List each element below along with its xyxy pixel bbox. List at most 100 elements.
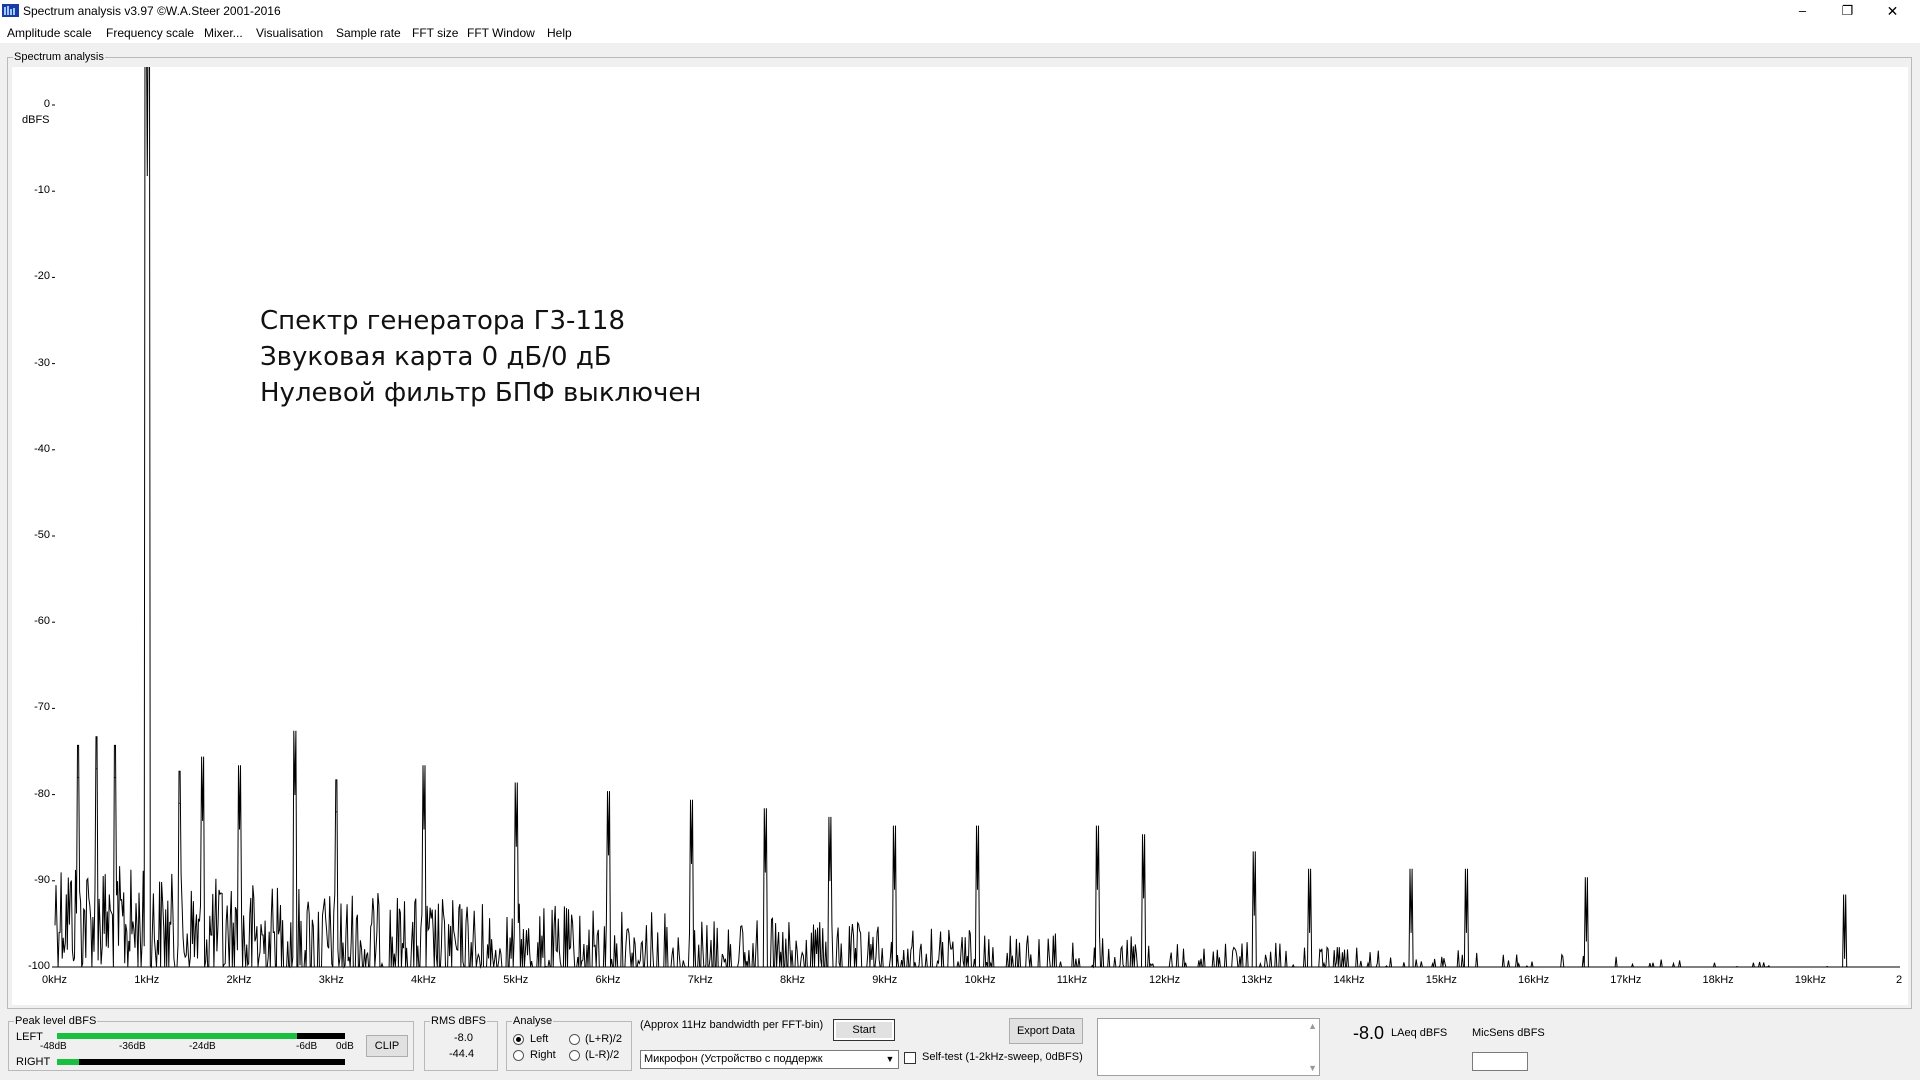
log-textarea[interactable]: ▲ ▼	[1097, 1018, 1320, 1076]
analyse-diff-label: (L-R)/2	[585, 1049, 620, 1061]
x-tick-label: 5kHz	[503, 974, 529, 986]
analyse-sum-label: (L+R)/2	[585, 1033, 622, 1045]
close-button[interactable]: ✕	[1870, 0, 1915, 22]
x-tick-label: 2kHz	[226, 974, 252, 986]
x-tick-label: 19kHz	[1794, 974, 1826, 986]
clip-indicator[interactable]: CLIP	[366, 1035, 408, 1057]
menu-amplitude-scale[interactable]: Amplitude scale	[7, 26, 92, 40]
x-tick-label: 3kHz	[318, 974, 344, 986]
spectrum-peak	[515, 845, 517, 847]
spectrum-peak	[764, 871, 766, 873]
micsens-input[interactable]	[1472, 1052, 1528, 1071]
spectrum-peak	[335, 811, 337, 813]
spectrum-peak	[1143, 897, 1145, 899]
left-level-fill	[57, 1033, 297, 1039]
menu-visualisation[interactable]: Visualisation	[256, 26, 323, 40]
spectrum-peak	[1253, 914, 1255, 916]
peak-level-label: Peak level dBFS	[14, 1015, 98, 1027]
y-tick-label: -50	[34, 529, 50, 541]
maximize-button[interactable]: ❐	[1825, 0, 1870, 22]
spectrum-group-label: Spectrum analysis	[13, 51, 105, 63]
annotation-line-2: Звуковая карта 0 дБ/0 дБ	[260, 342, 612, 372]
spectrum-peak	[691, 863, 693, 865]
scroll-up-icon[interactable]: ▲	[1308, 1021, 1317, 1031]
annotation-line-1: Спектр генератора Г3-118	[260, 306, 626, 336]
input-device-select[interactable]: Микрофон (Устройство с поддержк ▼	[640, 1050, 899, 1069]
chevron-down-icon[interactable]: ▼	[882, 1051, 898, 1068]
spectrum-peak	[1465, 932, 1467, 934]
y-tick-label: -80	[34, 787, 50, 800]
spectrum-peak	[294, 794, 296, 796]
x-tick-label: 0kHz	[42, 974, 68, 986]
y-tick-label: -40	[34, 442, 50, 455]
bandwidth-label: (Approx 11Hz bandwidth per FFT-bin)	[640, 1019, 824, 1031]
x-tick-label: 17kHz	[1610, 974, 1642, 986]
spectrum-peak	[239, 828, 240, 830]
meter-scale-48: -48dB	[40, 1041, 67, 1052]
right-level-fill	[57, 1059, 79, 1065]
analyse-left-label: Left	[530, 1033, 549, 1045]
y-tick-label: -60	[34, 615, 50, 628]
rms-right-value: -44.4	[449, 1048, 475, 1060]
x-tick-label: 2	[1896, 974, 1903, 986]
menu-help[interactable]: Help	[547, 26, 572, 40]
spectrum-peak	[608, 854, 609, 856]
spectrum-peak	[423, 828, 425, 830]
start-button[interactable]: Start	[833, 1019, 895, 1041]
right-level-meter	[57, 1059, 345, 1065]
title-bar: Spectrum analysis v3.97 ©W.A.Steer 2001-…	[0, 0, 1920, 22]
y-tick-label: -90	[34, 873, 50, 886]
spectrum-peak	[1585, 940, 1587, 942]
menu-fft-size[interactable]: FFT size	[412, 26, 458, 40]
y-tick-label: 0	[43, 98, 50, 110]
analyse-left-radio[interactable]	[513, 1034, 524, 1045]
analyse-sum-radio[interactable]	[569, 1034, 580, 1045]
menu-mixer[interactable]: Mixer...	[204, 26, 243, 40]
laeq-value: -8.0	[1353, 1023, 1385, 1043]
window-title: Spectrum analysis v3.97 ©W.A.Steer 2001-…	[23, 4, 281, 18]
analyse-right-label: Right	[530, 1049, 556, 1061]
annotation-text: Спектр генератора Г3-118 Звуковая карта …	[260, 303, 701, 411]
annotation-line-3: Нулевой фильтр БПФ выключен	[260, 378, 702, 408]
meter-scale-0: 0dB	[336, 1041, 354, 1052]
meter-scale-36: -36dB	[119, 1041, 146, 1052]
x-tick-label: 11kHz	[1056, 974, 1088, 986]
selftest-checkbox[interactable]	[904, 1052, 916, 1064]
y-tick-label: -70	[34, 701, 50, 714]
analyse-right-radio[interactable]	[513, 1050, 524, 1061]
spectrum-trace	[54, 67, 1900, 969]
menu-frequency-scale[interactable]: Frequency scale	[106, 26, 194, 40]
x-tick-label: 9kHz	[872, 974, 898, 986]
laeq-label: LAeq dBFS	[1391, 1027, 1448, 1039]
spectrum-peak	[893, 888, 895, 890]
x-tick-label: 15kHz	[1425, 974, 1457, 986]
analyse-group: Analyse	[506, 1015, 632, 1071]
spectrum-peak	[1844, 957, 1846, 959]
y-axis-unit: dBFS	[22, 114, 50, 126]
x-tick-label: 13kHz	[1241, 974, 1273, 986]
rms-left-value: -8.0	[454, 1032, 473, 1044]
x-tick-label: 18kHz	[1702, 974, 1734, 986]
spectrum-peak	[179, 802, 181, 804]
app-icon	[2, 4, 19, 17]
x-tick-label: 1kHz	[134, 974, 160, 986]
export-data-button[interactable]: Export Data	[1009, 1018, 1083, 1044]
spectrum-peak	[202, 819, 204, 821]
minimize-button[interactable]: –	[1780, 0, 1825, 22]
left-channel-label: LEFT	[16, 1031, 43, 1043]
meter-scale-24: -24dB	[189, 1041, 216, 1052]
input-device-value: Микрофон (Устройство с поддержк	[644, 1053, 823, 1065]
x-tick-label: 16kHz	[1518, 974, 1550, 986]
spectrum-peak	[977, 888, 978, 890]
micsens-label: MicSens dBFS	[1472, 1027, 1545, 1039]
menu-sample-rate[interactable]: Sample rate	[336, 26, 401, 40]
menu-fft-window[interactable]: FFT Window	[467, 26, 535, 40]
scroll-down-icon[interactable]: ▼	[1308, 1063, 1317, 1073]
spectrum-peak	[114, 776, 116, 778]
meter-scale-6: -6dB	[296, 1041, 318, 1052]
y-tick-label: -30	[34, 356, 50, 369]
menu-bar: Amplitude scale Frequency scale Mixer...…	[0, 22, 1920, 43]
spectrum-peak	[77, 776, 79, 778]
analyse-diff-radio[interactable]	[569, 1050, 580, 1061]
spectrum-chart	[52, 67, 1900, 969]
